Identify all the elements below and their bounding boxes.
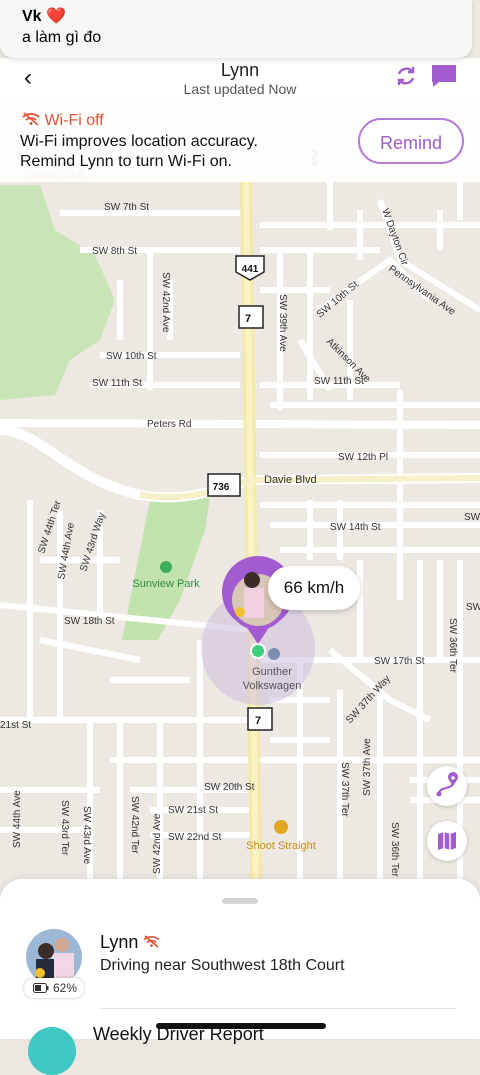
battery-icon: [33, 983, 49, 993]
battery-badge: 62%: [24, 978, 84, 998]
shield-7-north: 7: [238, 305, 264, 329]
bottom-sheet[interactable]: 62% Lynn Driving near Southwest 18th Cou…: [0, 879, 480, 1075]
battery-percent: 62%: [53, 981, 78, 995]
svg-text:Volkswagen: Volkswagen: [243, 680, 302, 692]
label-davie-blvd: Davie Blvd: [264, 474, 317, 486]
svg-text:7: 7: [255, 715, 261, 727]
divider: [100, 1008, 456, 1009]
label-sw-42nd-ave: SW 42nd Ave: [160, 272, 171, 333]
wifi-message-line2: Remind Lynn to turn Wi-Fi on.: [20, 153, 232, 170]
notification-message: a làm gì đo: [22, 29, 102, 46]
label-sw-20th-st: SW 20th St: [204, 782, 255, 793]
wifi-off-icon: [22, 112, 40, 126]
label-sw-14th-st: SW 14th St: [330, 522, 381, 533]
svg-text:Shoot Straight: Shoot Straight: [246, 840, 316, 852]
notification-banner[interactable]: Vk ❤️ a làm gì đo: [0, 0, 472, 58]
chat-icon[interactable]: [431, 64, 457, 88]
wifi-off-banner: Wi-Fi off Wi-Fi improves location accura…: [0, 102, 480, 182]
svg-text:Sunview Park: Sunview Park: [132, 578, 200, 590]
wifi-message-line1: Wi-Fi improves location accuracy.: [20, 133, 258, 150]
map-icon: [438, 832, 456, 850]
home-indicator[interactable]: [156, 1023, 326, 1029]
label-sw-43rd-ter: SW 43rd Ter: [59, 800, 70, 856]
label-sw-8th-st: SW 8th St: [92, 246, 137, 257]
svg-text:441: 441: [242, 264, 259, 275]
label-sw-18th-st: SW 18th St: [64, 616, 115, 627]
label-sw-42nd-ter: SW 42nd Ter: [129, 796, 140, 854]
refresh-icon[interactable]: [394, 64, 418, 88]
label-sw-36th-ter-south: SW 36th Ter: [389, 822, 400, 878]
member-name-label: Lynn: [100, 932, 139, 952]
label-sw-east: SW: [464, 512, 480, 523]
label-sw-43rd-ave: SW 43rd Ave: [81, 806, 92, 865]
label-sw-44th-ave-south: SW 44th Ave: [12, 790, 23, 848]
top-nav-bar: ‹ Lynn Last updated Now: [0, 58, 480, 102]
member-name[interactable]: Lynn: [100, 932, 160, 953]
label-21st-st: 21st St: [0, 720, 31, 731]
label-sw-11th-st-east: SW 11th St: [314, 376, 364, 387]
label-sw-11th-st: SW 11th St: [92, 378, 142, 389]
directions-button[interactable]: [427, 766, 467, 806]
label-sw-36th-ter: SW 36th Ter: [447, 618, 458, 674]
label-sw-10th-st: SW 10th St: [106, 351, 157, 362]
speed-badge: 66 km/h: [268, 566, 360, 610]
wifi-off-icon: [143, 935, 160, 948]
label-sw-east2: SW: [466, 602, 480, 613]
label-sw-39th-ave: SW 39th Ave: [277, 294, 288, 352]
svg-text:Gunther: Gunther: [252, 666, 292, 678]
sheet-grabber[interactable]: [222, 898, 258, 904]
shield-7-south: 7: [247, 707, 273, 731]
map-type-button[interactable]: [427, 821, 467, 861]
member-avatar[interactable]: [26, 929, 82, 985]
label-peters-rd: Peters Rd: [147, 419, 191, 430]
remind-button[interactable]: Remind: [358, 118, 464, 164]
label-sw-22nd-st: SW 22nd St: [168, 832, 222, 843]
route-pin-icon: [436, 772, 458, 797]
label-sw-37th-ave: SW 37th Ave: [362, 738, 373, 796]
label-sw-7th-st: SW 7th St: [104, 202, 149, 213]
shield-736: 736: [207, 473, 241, 497]
label-sw-21st-st: SW 21st St: [168, 805, 218, 816]
member-status: Driving near Southwest 18th Court: [100, 957, 345, 974]
svg-text:736: 736: [213, 482, 230, 493]
label-sw-42nd-ave-south: SW 42nd Ave: [152, 813, 163, 874]
label-sw-17th-st: SW 17th St: [374, 656, 425, 667]
driver-report-icon: [28, 1027, 76, 1075]
svg-text:7: 7: [245, 313, 251, 325]
label-sw-12th-pl: SW 12th Pl: [338, 452, 388, 463]
label-sw-37th-ter: SW 37th Ter: [339, 762, 350, 818]
wifi-off-label: Wi-Fi off: [44, 112, 104, 129]
notification-sender: Vk ❤️: [22, 8, 66, 25]
wifi-off-header: Wi-Fi off: [22, 112, 104, 130]
